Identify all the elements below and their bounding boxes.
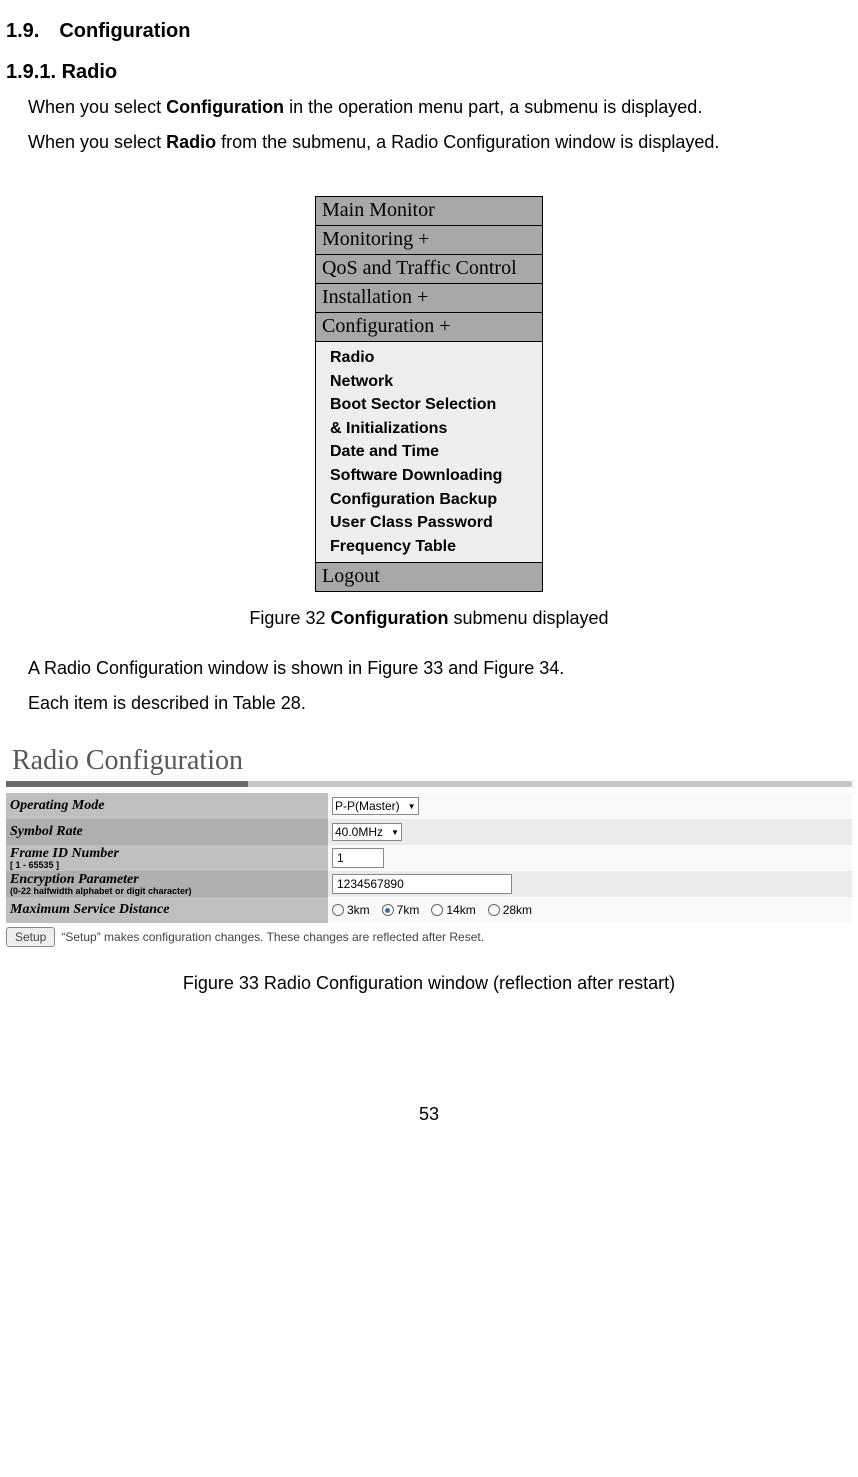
label-symbol-rate: Symbol Rate: [10, 825, 328, 839]
radio-icon: [382, 904, 394, 916]
text-bold: Configuration: [166, 97, 284, 117]
chevron-down-icon: ▼: [391, 828, 399, 837]
menu-item-logout[interactable]: Logout: [316, 563, 542, 591]
submenu-item-network[interactable]: Network: [330, 370, 542, 394]
label-operating-mode: Operating Mode: [10, 799, 328, 813]
row-frame-id: Frame ID Number [ 1 - 65535 ] 1: [6, 845, 852, 871]
option-label: 7km: [397, 903, 420, 917]
option-label: 3km: [347, 903, 370, 917]
operating-mode-select[interactable]: P-P(Master) ▼: [332, 797, 419, 815]
select-value: 40.0MHz: [335, 825, 383, 839]
setup-row: Setup “Setup” makes configuration change…: [6, 927, 852, 947]
submenu-item-user-class-password[interactable]: User Class Password: [330, 511, 542, 535]
submenu-item-frequency-table[interactable]: Frequency Table: [330, 535, 542, 559]
submenu: Radio Network Boot Sector Selection & In…: [316, 342, 542, 563]
submenu-item-software-downloading[interactable]: Software Downloading: [330, 464, 542, 488]
radio-configuration-panel: Radio Configuration Operating Mode P-P(M…: [6, 745, 852, 947]
distance-option-14km[interactable]: 14km: [431, 903, 475, 917]
radio-icon: [332, 904, 344, 916]
submenu-item-radio[interactable]: Radio: [330, 346, 542, 370]
text: Figure 32: [249, 608, 330, 628]
radio-icon: [488, 904, 500, 916]
option-label: 14km: [446, 903, 475, 917]
row-encryption: Encryption Parameter (0-22 halfwidth alp…: [6, 871, 852, 897]
paragraph-4: Each item is described in Table 28.: [28, 690, 852, 717]
symbol-rate-select[interactable]: 40.0MHz ▼: [332, 823, 402, 841]
label-encryption: Encryption Parameter: [10, 873, 328, 887]
option-label: 28km: [503, 903, 532, 917]
paragraph-3: A Radio Configuration window is shown in…: [28, 655, 852, 682]
nav-menu: Main Monitor Monitoring + QoS and Traffi…: [315, 196, 543, 592]
chevron-down-icon: ▼: [408, 802, 416, 811]
text: submenu displayed: [448, 608, 608, 628]
distance-option-28km[interactable]: 28km: [488, 903, 532, 917]
divider: [6, 781, 852, 787]
panel-title: Radio Configuration: [12, 745, 852, 777]
menu-item-monitoring[interactable]: Monitoring +: [316, 226, 542, 255]
page-number: 53: [6, 1104, 852, 1125]
menu-item-configuration[interactable]: Configuration +: [316, 313, 542, 342]
row-symbol-rate: Symbol Rate 40.0MHz ▼: [6, 819, 852, 845]
menu-item-installation[interactable]: Installation +: [316, 284, 542, 313]
submenu-item-initializations[interactable]: & Initializations: [330, 417, 542, 441]
select-value: P-P(Master): [335, 799, 400, 813]
distance-option-7km[interactable]: 7km: [382, 903, 420, 917]
paragraph-1: When you select Configuration in the ope…: [28, 94, 852, 121]
submenu-item-configuration-backup[interactable]: Configuration Backup: [330, 488, 542, 512]
frame-id-input[interactable]: 1: [332, 848, 384, 868]
row-max-service-distance: Maximum Service Distance 3km 7km 14km 28…: [6, 897, 852, 923]
text-bold: Configuration: [330, 608, 448, 628]
setup-button[interactable]: Setup: [6, 927, 55, 947]
distance-option-3km[interactable]: 3km: [332, 903, 370, 917]
text: When you select: [28, 132, 166, 152]
submenu-item-date-time[interactable]: Date and Time: [330, 440, 542, 464]
text: When you select: [28, 97, 166, 117]
menu-item-main-monitor[interactable]: Main Monitor: [316, 197, 542, 226]
subsection-heading: 1.9.1. Radio: [6, 61, 852, 84]
label-max-distance: Maximum Service Distance: [10, 903, 328, 917]
text-bold: Radio: [166, 132, 216, 152]
section-heading: 1.9. Configuration: [6, 20, 852, 43]
row-operating-mode: Operating Mode P-P(Master) ▼: [6, 793, 852, 819]
encryption-input[interactable]: 1234567890: [332, 874, 512, 894]
submenu-item-boot-sector[interactable]: Boot Sector Selection: [330, 393, 542, 417]
text: from the submenu, a Radio Configuration …: [216, 132, 719, 152]
menu-item-qos[interactable]: QoS and Traffic Control: [316, 255, 542, 284]
label-encryption-hint: (0-22 halfwidth alphabet or digit charac…: [10, 887, 328, 896]
text: in the operation menu part, a submenu is…: [284, 97, 702, 117]
paragraph-2: When you select Radio from the submenu, …: [28, 129, 852, 156]
label-frame-id: Frame ID Number: [10, 847, 328, 861]
figure-32-caption: Figure 32 Configuration submenu displaye…: [6, 608, 852, 629]
radio-icon: [431, 904, 443, 916]
figure-33-caption: Figure 33 Radio Configuration window (re…: [6, 973, 852, 994]
setup-note: “Setup” makes configuration changes. The…: [61, 930, 484, 944]
label-frame-id-range: [ 1 - 65535 ]: [10, 861, 328, 870]
